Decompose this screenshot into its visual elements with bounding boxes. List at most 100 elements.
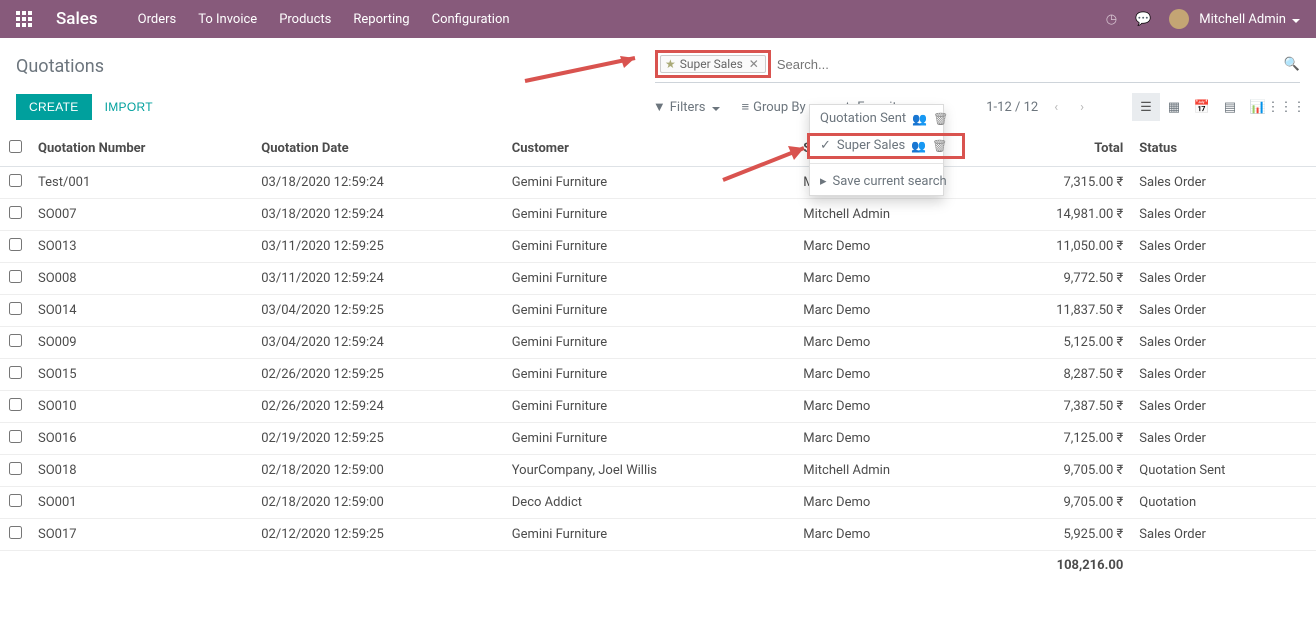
cell-number: SO013	[30, 231, 253, 263]
row-checkbox[interactable]	[9, 398, 22, 411]
cell-status: Sales Order	[1131, 327, 1316, 359]
table-row[interactable]: SO01403/04/2020 12:59:25Gemini Furniture…	[0, 295, 1316, 327]
quotations-table: Quotation Number Quotation Date Customer…	[0, 131, 1316, 580]
cell-status: Sales Order	[1131, 167, 1316, 199]
table-row[interactable]: SO01303/11/2020 12:59:25Gemini Furniture…	[0, 231, 1316, 263]
row-checkbox[interactable]	[9, 238, 22, 251]
nav-orders[interactable]: Orders	[138, 12, 177, 27]
table-row[interactable]: SO00703/18/2020 12:59:24Gemini Furniture…	[0, 199, 1316, 231]
row-checkbox[interactable]	[9, 462, 22, 475]
cell-date: 02/18/2020 12:59:00	[253, 487, 504, 519]
table-row[interactable]: SO01002/26/2020 12:59:24Gemini Furniture…	[0, 391, 1316, 423]
pager-prev[interactable]: ‹	[1048, 96, 1064, 119]
cell-number: SO017	[30, 519, 253, 551]
cell-number: SO018	[30, 455, 253, 487]
table-row[interactable]: SO00803/11/2020 12:59:24Gemini Furniture…	[0, 263, 1316, 295]
table-row[interactable]: SO00903/04/2020 12:59:24Gemini Furniture…	[0, 327, 1316, 359]
search-input[interactable]	[777, 57, 1272, 72]
table-row[interactable]: SO00102/18/2020 12:59:00Deco AddictMarc …	[0, 487, 1316, 519]
col-customer[interactable]: Customer	[504, 131, 796, 167]
star-icon: ★	[665, 57, 676, 71]
view-kanban[interactable]: ▦	[1160, 93, 1188, 121]
control-row: Quotations ★ Super Sales ✕ 🔍	[0, 38, 1316, 83]
row-checkbox[interactable]	[9, 334, 22, 347]
brand[interactable]: Sales	[56, 9, 98, 29]
table-row[interactable]: SO01502/26/2020 12:59:25Gemini Furniture…	[0, 359, 1316, 391]
favorite-item-super-sales[interactable]: ✓ Super Sales 👥 🗑	[810, 132, 943, 159]
cell-total: 9,705.00 ₹	[981, 487, 1131, 519]
fav-item-label: Quotation Sent	[820, 111, 906, 126]
row-checkbox[interactable]	[9, 270, 22, 283]
cell-customer: Deco Addict	[504, 487, 796, 519]
filters-bar: ▼ Filters ≡ Group By ★ Favorites 1-12 / …	[653, 93, 1300, 121]
toolbar-row: CREATE IMPORT ▼ Filters ≡ Group By ★ Fav…	[0, 83, 1316, 131]
groupby-label: Group By	[753, 100, 806, 115]
save-current-search[interactable]: ▸ Save current search	[810, 168, 943, 195]
view-list[interactable]: ☰	[1132, 93, 1160, 121]
cell-total: 9,705.00 ₹	[981, 455, 1131, 487]
apps-icon[interactable]	[16, 11, 32, 27]
row-checkbox[interactable]	[9, 174, 22, 187]
cell-number: SO001	[30, 487, 253, 519]
cell-date: 02/26/2020 12:59:25	[253, 359, 504, 391]
funnel-icon: ▼	[653, 99, 666, 115]
create-button[interactable]: CREATE	[16, 94, 92, 120]
table-row[interactable]: SO01602/19/2020 12:59:25Gemini Furniture…	[0, 423, 1316, 455]
favorite-item-quotation-sent[interactable]: Quotation Sent 👥 🗑	[810, 105, 943, 132]
nav-products[interactable]: Products	[279, 12, 331, 27]
col-date[interactable]: Quotation Date	[253, 131, 504, 167]
nav-invoice[interactable]: To Invoice	[198, 12, 257, 27]
col-status[interactable]: Status	[1131, 131, 1316, 167]
view-activity[interactable]: ⋮⋮⋮	[1272, 93, 1300, 121]
cell-status: Quotation	[1131, 487, 1316, 519]
pager-next[interactable]: ›	[1074, 96, 1090, 119]
close-icon[interactable]: ✕	[747, 57, 761, 71]
nav-reporting[interactable]: Reporting	[353, 12, 409, 27]
cell-status: Sales Order	[1131, 519, 1316, 551]
row-checkbox[interactable]	[9, 526, 22, 539]
cell-status: Sales Order	[1131, 199, 1316, 231]
clock-icon[interactable]: ◷	[1106, 12, 1117, 27]
cell-date: 02/12/2020 12:59:25	[253, 519, 504, 551]
cell-salesperson: Marc Demo	[795, 519, 981, 551]
cell-salesperson: Marc Demo	[795, 423, 981, 455]
annotation-highlight-facet: ★ Super Sales ✕	[655, 50, 771, 78]
select-all-checkbox[interactable]	[9, 140, 22, 153]
row-checkbox[interactable]	[9, 206, 22, 219]
chevron-down-icon	[710, 100, 720, 115]
pager-range: 1-12 / 12	[986, 100, 1038, 115]
row-checkbox[interactable]	[9, 302, 22, 315]
row-checkbox[interactable]	[9, 366, 22, 379]
search-icon[interactable]: 🔍	[1284, 57, 1300, 72]
fav-item-label: Super Sales	[837, 138, 905, 153]
view-calendar[interactable]: 📅	[1188, 93, 1216, 121]
cell-customer: Gemini Furniture	[504, 231, 796, 263]
col-total[interactable]: Total	[981, 131, 1131, 167]
row-checkbox[interactable]	[9, 494, 22, 507]
cell-total: 7,315.00 ₹	[981, 167, 1131, 199]
cell-date: 02/26/2020 12:59:24	[253, 391, 504, 423]
groupby-dropdown[interactable]: ≡ Group By	[742, 99, 820, 115]
col-number[interactable]: Quotation Number	[30, 131, 253, 167]
table-row[interactable]: Test/00103/18/2020 12:59:24Gemini Furnit…	[0, 167, 1316, 199]
trash-icon[interactable]: 🗑	[933, 112, 948, 126]
table-row[interactable]: SO01802/18/2020 12:59:00YourCompany, Joe…	[0, 455, 1316, 487]
caret-right-icon: ▸	[820, 174, 827, 189]
cell-status: Sales Order	[1131, 231, 1316, 263]
fav-save-label: Save current search	[833, 174, 947, 189]
trash-icon[interactable]: 🗑	[932, 139, 947, 153]
filters-dropdown[interactable]: ▼ Filters	[653, 99, 720, 115]
cell-status: Sales Order	[1131, 359, 1316, 391]
import-button[interactable]: IMPORT	[92, 94, 166, 120]
search-facet[interactable]: ★ Super Sales ✕	[660, 55, 766, 73]
view-pivot[interactable]: ▤	[1216, 93, 1244, 121]
cell-customer: Gemini Furniture	[504, 167, 796, 199]
user-menu[interactable]: Mitchell Admin	[1169, 9, 1300, 29]
nav-config[interactable]: Configuration	[432, 12, 510, 27]
cell-salesperson: Marc Demo	[795, 359, 981, 391]
row-checkbox[interactable]	[9, 430, 22, 443]
cell-salesperson: Mitchell Admin	[795, 199, 981, 231]
chat-icon[interactable]: 💬	[1135, 12, 1151, 27]
table-row[interactable]: SO01702/12/2020 12:59:25Gemini Furniture…	[0, 519, 1316, 551]
cell-total: 11,050.00 ₹	[981, 231, 1131, 263]
